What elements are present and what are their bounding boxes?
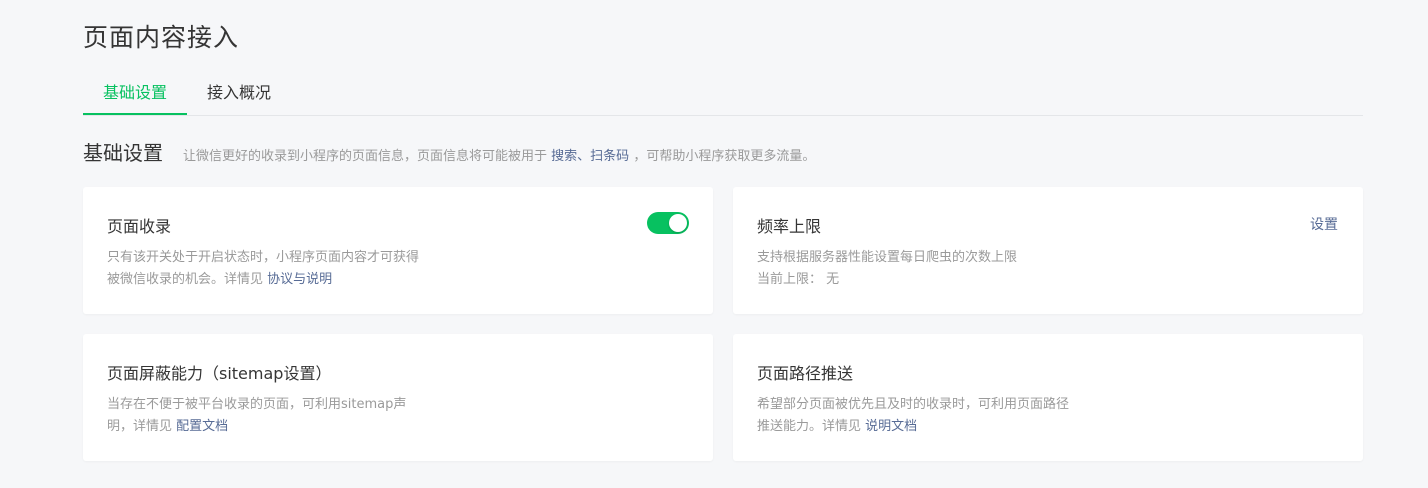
tab-bar: 基础设置 接入概况 bbox=[83, 78, 1363, 116]
section-title: 基础设置 bbox=[83, 141, 163, 165]
limit-value: 无 bbox=[826, 272, 840, 287]
desc-line: 推送能力。详情见 说明文档 bbox=[757, 416, 1117, 438]
card-title: 频率上限 bbox=[757, 217, 822, 236]
card-title: 页面屏蔽能力（sitemap设置） bbox=[107, 364, 332, 383]
card-frequency-limit: 频率上限 设置 支持根据服务器性能设置每日爬虫的次数上限 当前上限： 无 bbox=[733, 187, 1363, 314]
card-page-shield: 页面屏蔽能力（sitemap设置） 当存在不便于被平台收录的页面，可利用site… bbox=[83, 334, 713, 461]
desc-text: 推送能力。详情见 bbox=[757, 419, 862, 434]
desc-line: 被微信收录的机会。详情见 协议与说明 bbox=[107, 269, 467, 291]
instruction-doc-link[interactable]: 说明文档 bbox=[865, 419, 917, 434]
desc-line: 当存在不便于被平台收录的页面，可利用sitemap声 bbox=[107, 397, 407, 412]
desc-line: 明，详情见 配置文档 bbox=[107, 416, 467, 438]
tab-overview[interactable]: 接入概况 bbox=[207, 78, 271, 113]
section-description: 让微信更好的收录到小程序的页面信息，页面信息将可能被用于 搜索、扫条码 ，可帮助… bbox=[183, 145, 815, 164]
card-title: 页面收录 bbox=[107, 217, 172, 236]
desc-line: 希望部分页面被优先且及时的收录时，可利用页面路径 bbox=[757, 397, 1070, 412]
limit-label: 当前上限： bbox=[757, 272, 823, 287]
config-doc-link[interactable]: 配置文档 bbox=[176, 419, 228, 434]
toggle-knob bbox=[669, 214, 687, 232]
desc-text: 明，详情见 bbox=[107, 419, 173, 434]
card-path-push: 页面路径推送 希望部分页面被优先且及时的收录时，可利用页面路径 推送能力。详情见… bbox=[733, 334, 1363, 461]
section-desc-suffix: ，可帮助小程序获取更多流量。 bbox=[633, 149, 816, 164]
desc-line: 支持根据服务器性能设置每日爬虫的次数上限 bbox=[757, 250, 1018, 265]
desc-text: 被微信收录的机会。详情见 bbox=[107, 272, 264, 287]
search-scan-link[interactable]: 搜索、扫条码 bbox=[551, 149, 629, 164]
tab-basic-settings[interactable]: 基础设置 bbox=[83, 78, 187, 115]
desc-line: 当前上限： 无 bbox=[757, 269, 1117, 291]
page-title: 页面内容接入 bbox=[83, 23, 240, 52]
card-page-indexing: 页面收录 只有该开关处于开启状态时，小程序页面内容才可获得 被微信收录的机会。详… bbox=[83, 187, 713, 314]
section-desc-text: 让微信更好的收录到小程序的页面信息，页面信息将可能被用于 bbox=[183, 149, 548, 164]
card-description: 希望部分页面被优先且及时的收录时，可利用页面路径 推送能力。详情见 说明文档 bbox=[757, 394, 1117, 438]
card-title: 页面路径推送 bbox=[757, 364, 854, 383]
agreement-link[interactable]: 协议与说明 bbox=[267, 272, 332, 287]
card-description: 支持根据服务器性能设置每日爬虫的次数上限 当前上限： 无 bbox=[757, 247, 1117, 291]
card-description: 只有该开关处于开启状态时，小程序页面内容才可获得 被微信收录的机会。详情见 协议… bbox=[107, 247, 467, 291]
indexing-toggle-switch[interactable] bbox=[647, 212, 689, 234]
desc-line: 只有该开关处于开启状态时，小程序页面内容才可获得 bbox=[107, 250, 420, 265]
frequency-settings-link[interactable]: 设置 bbox=[1310, 214, 1338, 234]
card-description: 当存在不便于被平台收录的页面，可利用sitemap声 明，详情见 配置文档 bbox=[107, 394, 467, 438]
